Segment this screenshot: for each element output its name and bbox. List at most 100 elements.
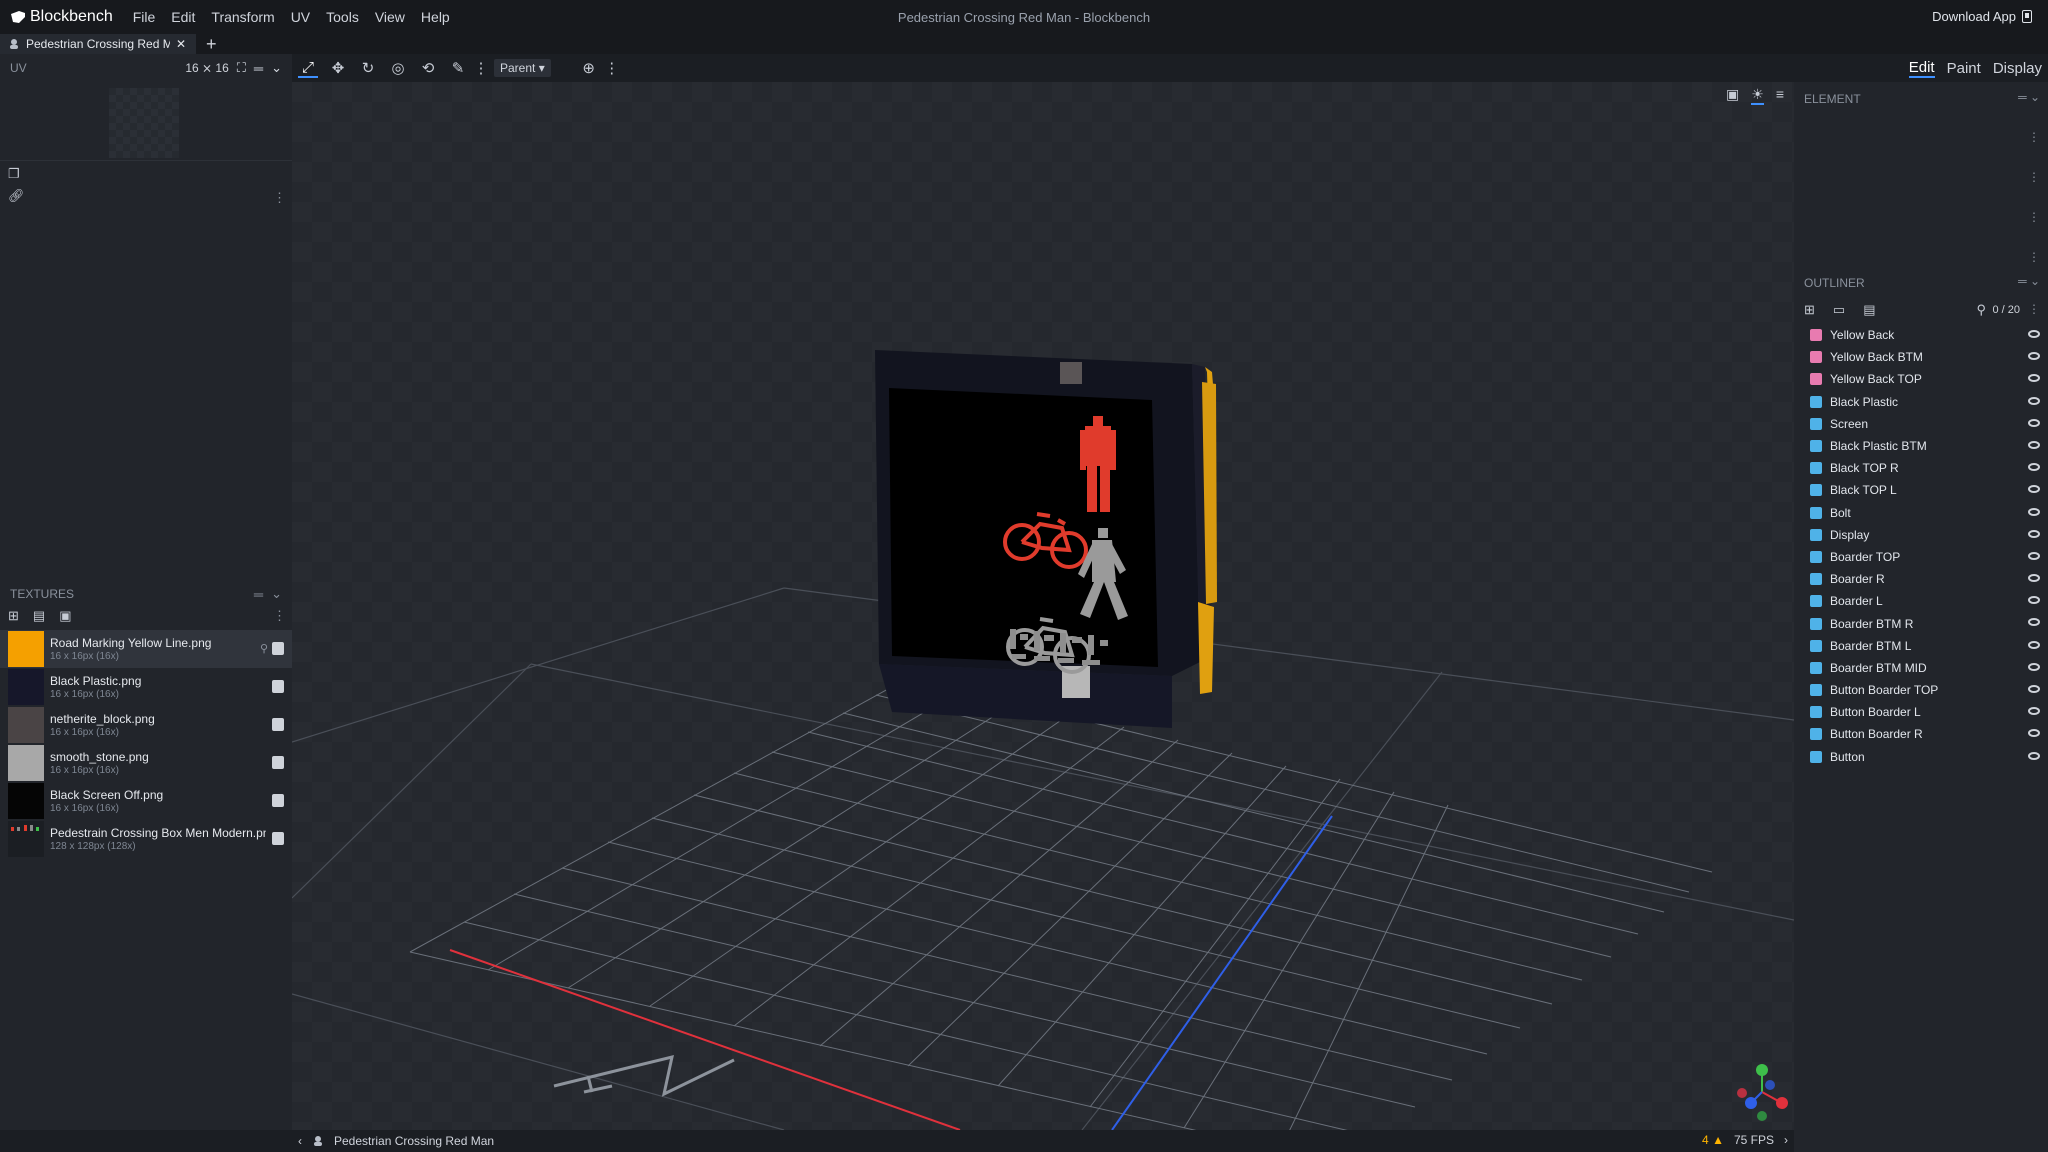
chevron-left-icon[interactable]: ‹: [298, 1134, 302, 1148]
texture-item[interactable]: Black Plastic.png 16 x 16px (16x): [0, 668, 292, 706]
view-menu-icon[interactable]: ≡: [1776, 86, 1784, 105]
brush-tool-icon[interactable]: ✎: [448, 58, 468, 78]
link-icon[interactable]: ⚲: [260, 642, 268, 655]
3d-viewport[interactable]: ▣ ☀ ≡: [292, 82, 1794, 1130]
search-icon[interactable]: ⚲: [1976, 302, 1986, 318]
texture-folder-icon[interactable]: ▣: [59, 608, 71, 624]
menu-view[interactable]: View: [367, 9, 413, 25]
close-icon[interactable]: ✕: [176, 37, 186, 51]
panel-menu-icon[interactable]: ═ ⌄: [2018, 90, 2040, 104]
link-icon[interactable]: 🔗︎: [8, 188, 25, 204]
mode-edit[interactable]: Edit: [1908, 59, 1935, 78]
more-icon[interactable]: ⋮: [273, 608, 286, 624]
panel-menu-icon[interactable]: ═ ⌄: [2018, 274, 2040, 288]
pedestrian-signal-model[interactable]: [875, 350, 1217, 728]
save-icon[interactable]: [272, 680, 284, 693]
eye-icon[interactable]: [2028, 485, 2040, 494]
eye-icon[interactable]: [2028, 463, 2040, 472]
add-cube-icon[interactable]: ⊞: [1804, 302, 1815, 318]
eye-icon[interactable]: [2028, 330, 2040, 338]
eye-icon[interactable]: [2028, 640, 2040, 649]
eye-icon[interactable]: [2028, 729, 2040, 738]
texture-item[interactable]: smooth_stone.png 16 x 16px (16x): [0, 744, 292, 782]
menu-tools[interactable]: Tools: [318, 9, 367, 25]
outliner-item[interactable]: Boarder R: [1794, 568, 2048, 590]
outliner-item[interactable]: Boarder BTM L: [1794, 635, 2048, 657]
outliner-item[interactable]: Yellow Back BTM: [1794, 346, 2048, 368]
save-icon[interactable]: [272, 756, 284, 769]
outliner-item[interactable]: Display: [1794, 524, 2048, 546]
eye-icon[interactable]: [2028, 374, 2040, 383]
import-texture-icon[interactable]: ⊞: [8, 608, 19, 624]
eye-icon[interactable]: [2028, 707, 2040, 716]
mode-display[interactable]: Display: [1993, 60, 2042, 77]
menu-help[interactable]: Help: [413, 9, 458, 25]
tab-model[interactable]: Pedestrian Crossing Red Man ✕: [0, 34, 196, 54]
texture-item[interactable]: Road Marking Yellow Line.png 16 x 16px (…: [0, 630, 292, 668]
outliner-item[interactable]: Button Boarder R: [1794, 723, 2048, 745]
brightness-icon[interactable]: ☀: [1751, 86, 1764, 105]
eye-icon[interactable]: [2028, 396, 2040, 405]
mode-paint[interactable]: Paint: [1947, 60, 1981, 77]
outliner-item[interactable]: Black Plastic: [1794, 391, 2048, 413]
uv-editor-canvas[interactable]: [109, 88, 179, 158]
outliner-item[interactable]: Boarder TOP: [1794, 546, 2048, 568]
rotate-tool-icon[interactable]: ↻: [358, 58, 378, 78]
menu-edit[interactable]: Edit: [163, 9, 203, 25]
outliner-item[interactable]: Bolt: [1794, 502, 2048, 524]
eye-icon[interactable]: [2028, 440, 2040, 449]
more-icon[interactable]: ⋮: [2028, 170, 2040, 184]
eye-icon[interactable]: [2028, 685, 2040, 693]
more-icon[interactable]: ⋮: [2028, 130, 2040, 144]
outliner-item[interactable]: Boarder L: [1794, 590, 2048, 612]
more-icon[interactable]: ⋮: [2028, 210, 2040, 224]
chevron-down-icon[interactable]: ⌄: [271, 60, 282, 76]
eye-icon[interactable]: [2028, 507, 2040, 516]
more-tools-icon[interactable]: ⋮: [474, 58, 489, 78]
add-group-icon[interactable]: ▭: [1833, 302, 1845, 318]
fullscreen-icon[interactable]: ⛶: [237, 60, 246, 76]
eye-icon[interactable]: [2028, 596, 2040, 605]
eye-icon[interactable]: [2028, 574, 2040, 583]
eye-icon[interactable]: [2028, 529, 2040, 538]
warning-indicator[interactable]: 4 ▲: [1702, 1133, 1724, 1147]
menu-file[interactable]: File: [125, 9, 164, 25]
menu-uv[interactable]: UV: [283, 9, 318, 25]
resize-tool-icon[interactable]: ✥: [328, 58, 348, 78]
collapse-icon[interactable]: ▤: [1863, 302, 1875, 318]
vertex-snap-icon[interactable]: ⟲: [418, 58, 438, 78]
more-icon[interactable]: ⋮: [273, 190, 286, 206]
eye-icon[interactable]: [2028, 618, 2040, 627]
outliner-item[interactable]: Button Boarder TOP: [1794, 679, 2048, 701]
outliner-item[interactable]: Black TOP L: [1794, 479, 2048, 501]
save-icon[interactable]: [272, 832, 284, 845]
outliner-item[interactable]: Black Plastic BTM: [1794, 435, 2048, 457]
outliner-item[interactable]: Yellow Back TOP: [1794, 368, 2048, 390]
eye-icon[interactable]: [2028, 418, 2040, 427]
chevron-right-icon[interactable]: ›: [1784, 1133, 1788, 1147]
menu-transform[interactable]: Transform: [203, 9, 282, 25]
save-icon[interactable]: [272, 718, 284, 731]
transform-space-select[interactable]: Parent ▾: [494, 59, 551, 77]
eye-icon[interactable]: [2028, 662, 2040, 671]
texture-item[interactable]: netherite_block.png 16 x 16px (16x): [0, 706, 292, 744]
more-icon[interactable]: ⋮: [2028, 250, 2040, 264]
menu-icon[interactable]: ═: [254, 61, 263, 76]
eye-icon[interactable]: [2028, 551, 2040, 560]
outliner-item[interactable]: Boarder BTM MID: [1794, 657, 2048, 679]
more-options-icon[interactable]: ⋮: [604, 58, 619, 78]
mirror-tool-icon[interactable]: ⊕: [579, 58, 599, 78]
chevron-down-icon[interactable]: ⌄: [271, 586, 282, 602]
screenshot-icon[interactable]: ▣: [1726, 86, 1739, 105]
texture-item[interactable]: Pedestrain Crossing Box Men Modern.png 1…: [0, 820, 292, 858]
eye-icon[interactable]: [2028, 751, 2040, 760]
outliner-item[interactable]: Screen: [1794, 413, 2048, 435]
outliner-item[interactable]: Button: [1794, 746, 2048, 768]
new-tab-button[interactable]: +: [206, 34, 217, 55]
save-icon[interactable]: [272, 642, 284, 655]
outliner-item[interactable]: Button Boarder L: [1794, 701, 2048, 723]
texture-item[interactable]: Black Screen Off.png 16 x 16px (16x): [0, 782, 292, 820]
download-app-button[interactable]: Download App: [1932, 9, 2032, 24]
outliner-item[interactable]: Boarder BTM R: [1794, 612, 2048, 634]
create-texture-icon[interactable]: ▤: [33, 608, 45, 624]
